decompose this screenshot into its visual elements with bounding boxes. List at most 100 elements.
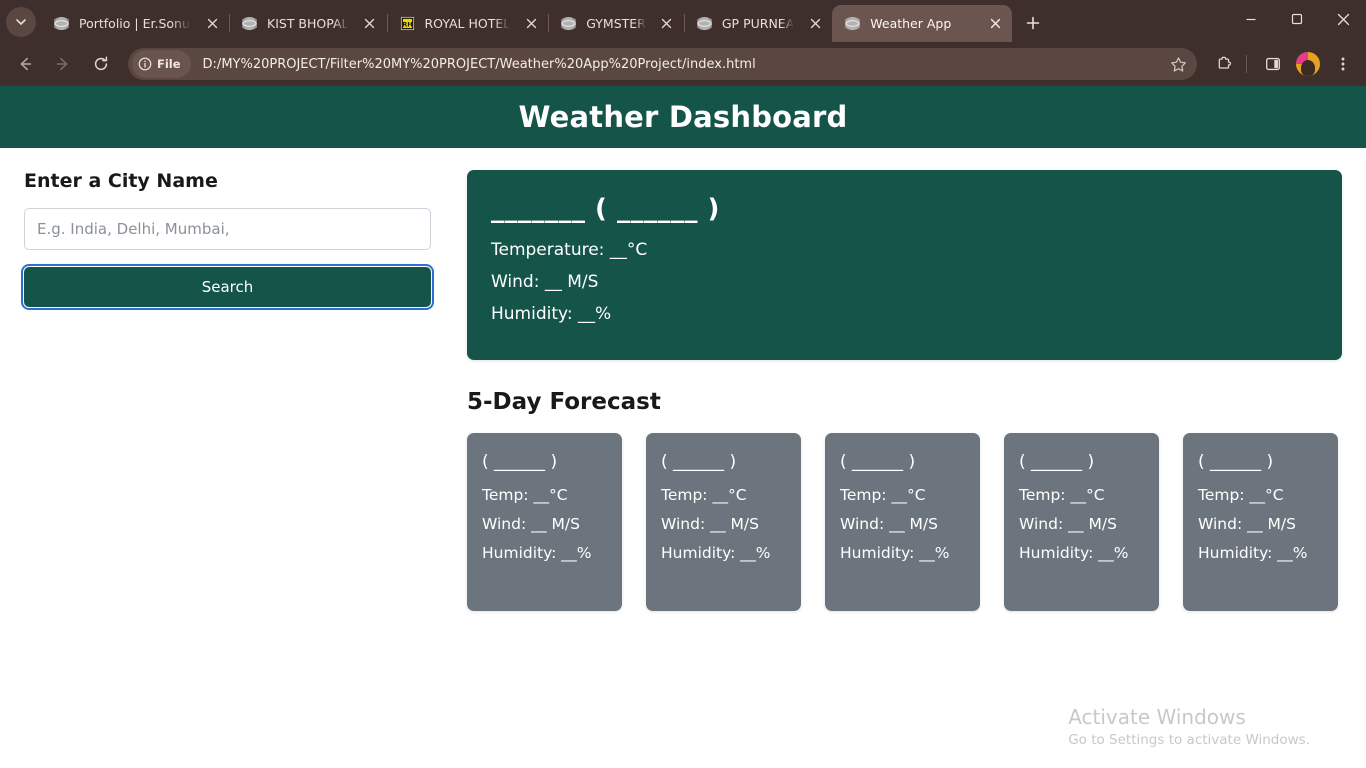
close-icon xyxy=(364,18,375,29)
forecast-wind: Wind: __ M/S xyxy=(482,515,580,533)
forecast-heading: 5-Day Forecast xyxy=(467,389,661,415)
close-icon xyxy=(207,18,217,29)
browser-tab[interactable]: GYMSTER xyxy=(548,5,685,42)
watermark-title: Activate Windows xyxy=(1068,705,1246,729)
tab-close-button[interactable] xyxy=(984,13,1006,35)
globe-icon xyxy=(241,15,258,32)
rh-icon: RH xyxy=(399,15,416,32)
chip-label: File xyxy=(157,57,181,71)
current-temperature: Temperature: __°C xyxy=(491,240,648,260)
tab-close-button[interactable] xyxy=(656,13,678,35)
tab-title: Portfolio | Er.Sonu Ku xyxy=(79,16,191,31)
forecast-temp: Temp: __°C xyxy=(482,486,568,504)
window-controls xyxy=(1228,0,1366,38)
current-humidity: Humidity: __% xyxy=(491,304,612,324)
search-panel: Enter a City Name Search xyxy=(21,170,444,611)
browser-chrome: Portfolio | Er.Sonu Ku KIST BHOPAL xyxy=(0,0,1366,86)
forecast-temp: Temp: __°C xyxy=(1019,486,1105,504)
close-icon xyxy=(526,18,536,29)
info-circle-icon xyxy=(138,57,152,71)
forecast-wind: Wind: __ M/S xyxy=(661,515,759,533)
forecast-date: ( ______ ) xyxy=(482,452,558,472)
forecast-date: ( ______ ) xyxy=(661,452,737,472)
city-search-input[interactable] xyxy=(24,208,431,250)
globe-icon xyxy=(560,15,577,32)
profile-avatar[interactable] xyxy=(1293,49,1323,79)
chrome-menu-button[interactable] xyxy=(1328,49,1358,79)
tab-close-button[interactable] xyxy=(520,13,542,35)
current-weather-card: _______ ( ______ ) Temperature: __°C Win… xyxy=(467,170,1342,360)
browser-tab[interactable]: KIST BHOPAL xyxy=(229,5,388,42)
address-bar[interactable]: File D:/MY%20PROJECT/Filter%20MY%20PROJE… xyxy=(128,48,1197,80)
back-arrow-icon xyxy=(20,57,32,71)
page-title: Weather Dashboard xyxy=(518,100,848,134)
forecast-date: ( ______ ) xyxy=(1198,452,1274,472)
activate-windows-watermark: Activate Windows Go to Settings to activ… xyxy=(1068,705,1310,748)
side-panel-button[interactable] xyxy=(1258,49,1288,79)
forecast-wind: Wind: __ M/S xyxy=(1019,515,1117,533)
tab-title: ROYAL HOTEL xyxy=(424,16,511,31)
page-header: Weather Dashboard xyxy=(0,86,1366,148)
bookmark-star-icon[interactable] xyxy=(1165,51,1191,77)
avatar xyxy=(1296,52,1320,76)
city-input-label: Enter a City Name xyxy=(24,170,218,192)
maximize-button[interactable] xyxy=(1274,0,1320,38)
close-icon xyxy=(1337,13,1349,25)
toolbar-divider xyxy=(1246,55,1247,73)
back-button[interactable] xyxy=(8,47,42,81)
page-content: Enter a City Name Search _______ ( _____… xyxy=(0,148,1366,611)
forecast-card: ( ______ ) Temp: __°C Wind: __ M/S Humid… xyxy=(1004,433,1159,611)
three-dot-menu-icon xyxy=(1341,57,1345,71)
forecast-card: ( ______ ) Temp: __°C Wind: __ M/S Humid… xyxy=(467,433,622,611)
minimize-button[interactable] xyxy=(1228,0,1274,38)
tab-close-button[interactable] xyxy=(359,13,381,35)
browser-tab[interactable]: RH ROYAL HOTEL xyxy=(387,5,550,42)
forecast-wind: Wind: __ M/S xyxy=(840,515,938,533)
forecast-date: ( ______ ) xyxy=(1019,452,1095,472)
tab-title: KIST BHOPAL xyxy=(267,16,349,31)
forecast-humidity: Humidity: __% xyxy=(661,544,771,562)
forecast-card: ( ______ ) Temp: __°C Wind: __ M/S Humid… xyxy=(825,433,980,611)
restore-icon xyxy=(1291,13,1303,25)
forward-button[interactable] xyxy=(46,47,80,81)
tab-close-button[interactable] xyxy=(804,13,826,35)
forecast-humidity: Humidity: __% xyxy=(482,544,592,562)
url-text: D:/MY%20PROJECT/Filter%20MY%20PROJECT/We… xyxy=(202,56,756,72)
tab-title: GYMSTER xyxy=(586,16,646,31)
forecast-card: ( ______ ) Temp: __°C Wind: __ M/S Humid… xyxy=(646,433,801,611)
forecast-date: ( ______ ) xyxy=(840,452,916,472)
forecast-list: ( ______ ) Temp: __°C Wind: __ M/S Humid… xyxy=(467,433,1342,611)
current-wind: Wind: __ M/S xyxy=(491,272,599,292)
chevron-down-icon xyxy=(16,19,26,26)
tab-title: GP PURNEA xyxy=(721,16,795,31)
search-button[interactable]: Search xyxy=(21,264,434,310)
forecast-temp: Temp: __°C xyxy=(661,486,747,504)
close-window-button[interactable] xyxy=(1320,0,1366,38)
globe-icon xyxy=(53,15,70,32)
current-city-name: _______ ( ______ ) xyxy=(491,194,720,224)
web-page: Weather Dashboard Enter a City Name Sear… xyxy=(0,86,1366,768)
extensions-puzzle-icon xyxy=(1218,56,1232,69)
browser-tab[interactable]: Portfolio | Er.Sonu Ku xyxy=(41,5,230,42)
file-scheme-chip[interactable]: File xyxy=(132,50,191,78)
forecast-card: ( ______ ) Temp: __°C Wind: __ M/S Humid… xyxy=(1183,433,1338,611)
close-icon xyxy=(662,18,672,29)
new-tab-button[interactable] xyxy=(1018,8,1048,38)
reload-button[interactable] xyxy=(84,47,118,81)
tab-search-button[interactable] xyxy=(6,7,36,37)
globe-icon xyxy=(844,15,861,32)
close-icon xyxy=(810,18,820,29)
tab-close-button[interactable] xyxy=(201,13,223,35)
extensions-button[interactable] xyxy=(1210,49,1240,79)
forecast-temp: Temp: __°C xyxy=(840,486,926,504)
forecast-humidity: Humidity: __% xyxy=(840,544,950,562)
browser-toolbar: File D:/MY%20PROJECT/Filter%20MY%20PROJE… xyxy=(0,42,1366,86)
forecast-humidity: Humidity: __% xyxy=(1198,544,1308,562)
forecast-wind: Wind: __ M/S xyxy=(1198,515,1296,533)
forward-arrow-icon xyxy=(56,57,68,71)
globe-icon xyxy=(696,15,713,32)
watermark-subtitle: Go to Settings to activate Windows. xyxy=(1068,732,1310,748)
browser-tab-active[interactable]: Weather App xyxy=(832,5,1013,42)
tab-title: Weather App xyxy=(870,16,952,31)
browser-tab[interactable]: GP PURNEA xyxy=(684,5,832,42)
